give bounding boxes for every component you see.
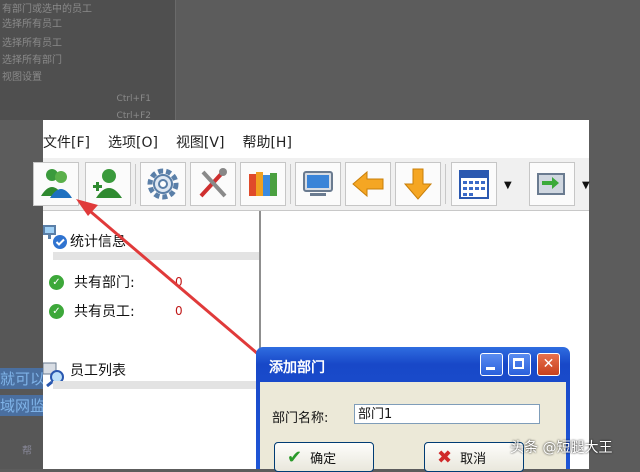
minimize-icon[interactable] — [480, 353, 503, 376]
maximize-icon[interactable] — [508, 353, 531, 376]
department-name-label: 部门名称: — [272, 411, 329, 426]
cancel-button-label: 取消 — [460, 451, 487, 467]
dialog-title: 添加部门 — [269, 360, 325, 376]
ok-button-label: 确定 — [310, 451, 337, 467]
cancel-button[interactable]: ✖ 取消 — [424, 442, 524, 472]
checkmark-icon: ✔ — [287, 446, 303, 468]
ok-button[interactable]: ✔ 确定 — [274, 442, 374, 472]
watermark: 头条 @短腿大王 — [510, 440, 613, 456]
department-name-input[interactable]: 部门1 — [354, 404, 540, 424]
cross-icon: ✖ — [437, 446, 453, 468]
close-icon[interactable]: ✕ — [537, 353, 560, 376]
